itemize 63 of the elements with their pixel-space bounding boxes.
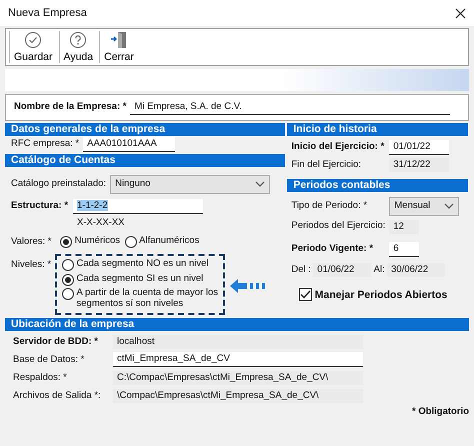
field-value: 12 (389, 220, 420, 234)
text-field[interactable]: 6 (389, 242, 420, 257)
field-label: Inicio del Ejercicio: * (291, 142, 386, 153)
field-label: Tipo de Periodo: * (291, 200, 368, 212)
close-icon (455, 8, 466, 18)
required-note: * Obligatorio (412, 406, 469, 418)
option-label: Numéricos (74, 236, 120, 248)
field-value: localhost (113, 334, 363, 349)
text-field[interactable]: Mi Empresa, S.A. de C.V. (130, 100, 450, 115)
field-label: Base de Datos: * (13, 354, 86, 366)
checkbox-label: Manejar Periodos Abiertos (314, 288, 448, 301)
check-circle-icon (24, 31, 42, 49)
section-header: Periodos contables (287, 179, 468, 192)
field-label: Respaldos: * (13, 372, 68, 384)
mask-text: X-X-XX-XX (76, 216, 126, 230)
field-label: Del : (291, 264, 311, 276)
field-label: Niveles: * (11, 260, 52, 272)
caret-icon (444, 203, 454, 210)
field-label: Estructura: * (11, 201, 70, 212)
section-header: Ubicación de la empresa (5, 318, 469, 331)
field-label: Nombre de la Empresa: * (14, 102, 128, 113)
field-label: Al: (374, 264, 385, 276)
field-value: \Compac\Empresas\ctMi_Empresa_SA_de_CV\ (113, 388, 363, 403)
section-header: Inicio de historia (287, 123, 468, 136)
option-label: Cada segmento NO es un nivel (76, 259, 209, 270)
text-field[interactable]: 01/01/22 (389, 140, 450, 155)
field-label: RFC empresa: * (11, 138, 80, 150)
field-label: Archivos de Salida *: (13, 390, 102, 402)
text-field[interactable]: 1-1-2-2 (73, 199, 203, 214)
caret-icon (255, 181, 266, 188)
dropdown[interactable]: Ninguno (110, 174, 270, 194)
field-label: Valores: * (11, 236, 52, 248)
field-label: Fin del Ejercicio: (291, 160, 362, 171)
radio-button[interactable] (62, 274, 74, 286)
field-value: 30/06/22 (387, 263, 446, 278)
toolbar-button[interactable]: Guardar (9, 31, 57, 63)
help-icon (69, 31, 88, 49)
text-field[interactable]: ctMi_Empresa_SA_de_CV (113, 352, 363, 368)
arrow-icon (229, 278, 268, 294)
option-label: A partir de la cuenta de mayor los segmentos sí son niveles (76, 288, 218, 310)
field-label: Periodo Vigente: * (291, 244, 374, 255)
option-label: Alfanuméricos (139, 236, 200, 248)
field-value: C:\Compac\Empresas\ctMi_Empresa_SA_de_CV\ (113, 370, 363, 385)
radio-button[interactable] (60, 236, 72, 248)
field-label: Catálogo preinstalado: (11, 178, 108, 190)
dropdown[interactable]: Mensual (389, 196, 460, 216)
field-label: Periodos del Ejercicio: (291, 221, 386, 232)
section-header: Datos generales de la empresa (5, 123, 285, 136)
toolbar-button[interactable]: Ayuda (58, 31, 98, 63)
radio-button[interactable] (62, 259, 74, 272)
door-icon (110, 31, 128, 49)
field-value: 01/06/22 (313, 263, 372, 278)
option-label: Cada segmento SI es un nivel (76, 274, 204, 285)
text-field[interactable]: AAA010101AAA (83, 136, 176, 152)
radio-button[interactable] (62, 288, 74, 300)
section-header: Catálogo de Cuentas (5, 154, 285, 168)
check-icon (300, 290, 312, 300)
toolbar-button[interactable]: Cerrar (99, 31, 138, 63)
field-label: Servidor de BDD: * (13, 336, 99, 348)
field-value: 31/12/22 (389, 158, 450, 172)
radio-button[interactable] (124, 236, 137, 248)
checkbox[interactable] (299, 288, 312, 302)
window-title: Nueva Empresa (8, 6, 87, 20)
